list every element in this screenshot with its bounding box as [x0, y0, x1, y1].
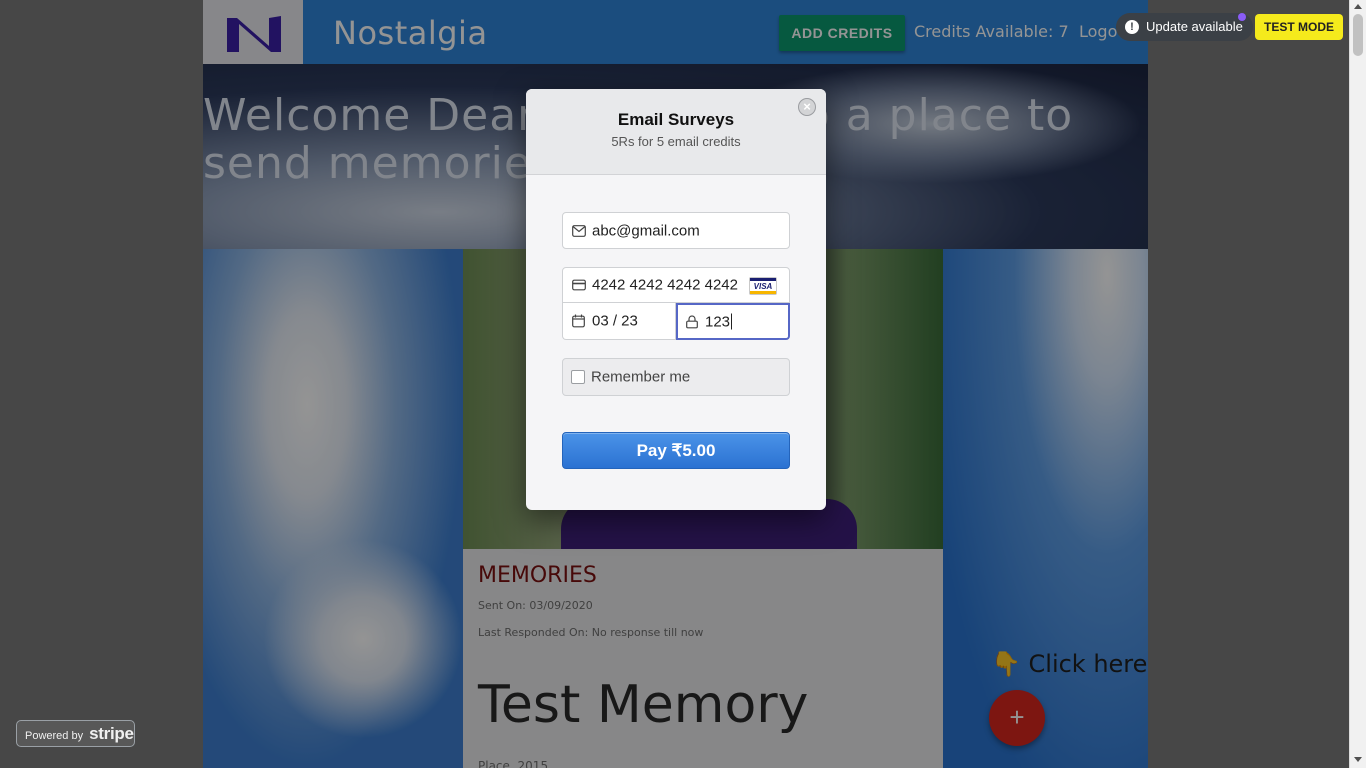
envelope-icon: [572, 224, 586, 237]
scroll-up-arrow-icon[interactable]: [1354, 4, 1362, 9]
powered-by-stripe-badge[interactable]: Powered by stripe: [16, 720, 135, 747]
update-available-pill[interactable]: ! Update available: [1116, 13, 1253, 41]
remember-me-label: Remember me: [591, 368, 691, 386]
email-value: abc@gmail.com: [592, 222, 700, 239]
visa-stripe-top: [750, 278, 776, 281]
visa-stripe-bottom: [750, 291, 776, 294]
modal-subtitle: 5Rs for 5 email credits: [611, 134, 741, 149]
powered-by-label: Powered by: [25, 730, 84, 742]
text-cursor: [731, 313, 733, 329]
card-number-value: 4242 4242 4242 4242: [592, 276, 738, 294]
calendar-icon: [572, 314, 585, 328]
stripe-checkout-modal: Email Surveys 5Rs for 5 email credits × …: [526, 89, 826, 510]
remember-me-checkbox[interactable]: [571, 370, 585, 384]
scroll-thumb[interactable]: [1353, 14, 1363, 56]
credit-card-icon: [572, 279, 586, 291]
close-icon[interactable]: ×: [798, 98, 816, 116]
card-number-field[interactable]: 4242 4242 4242 4242 VISA: [562, 267, 790, 303]
stripe-wordmark: stripe: [89, 724, 134, 743]
cvc-input: 123: [705, 313, 733, 330]
expiry-value: 03 / 23: [592, 312, 638, 330]
test-mode-badge: TEST MODE: [1255, 14, 1344, 40]
page-scrollbar[interactable]: [1349, 0, 1366, 768]
cvc-value: 123: [705, 313, 731, 330]
lock-icon: [686, 315, 698, 328]
alert-circle-icon: !: [1125, 20, 1139, 34]
visa-logo-icon: VISA: [749, 277, 777, 295]
modal-title: Email Surveys: [617, 110, 735, 129]
scroll-down-arrow-icon[interactable]: [1354, 757, 1362, 762]
expiry-field[interactable]: 03 / 23: [562, 303, 676, 340]
modal-header: Email Surveys 5Rs for 5 email credits ×: [526, 89, 826, 175]
email-field[interactable]: abc@gmail.com: [562, 212, 790, 249]
cvc-field[interactable]: 123: [676, 303, 790, 340]
update-available-label: Update available: [1146, 19, 1243, 34]
remember-me-row[interactable]: Remember me: [562, 358, 790, 396]
pay-button[interactable]: Pay ₹5.00: [562, 432, 790, 469]
notification-dot: [1238, 13, 1246, 21]
